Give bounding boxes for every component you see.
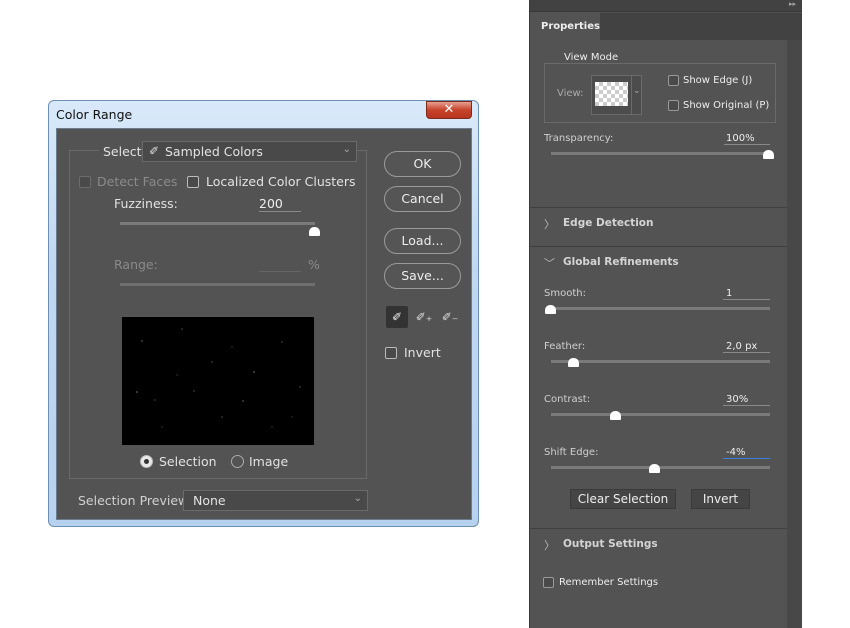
subtract-from-sample-tool[interactable]: ✐₋ [439,306,461,328]
color-range-dialog: Color Range ✕ Select: ✐ Sampled Colors ⌄… [48,100,479,527]
transparency-checkerboard-icon [595,82,628,106]
transparency-input[interactable]: 100% [724,133,770,145]
selection-preview-dropdown[interactable]: None ⌄ [183,490,368,511]
edge-detection-header[interactable]: Edge Detection [563,217,654,229]
save-button[interactable]: Save... [384,263,461,289]
shift-edge-label: Shift Edge: [544,447,599,458]
contrast-label: Contrast: [544,394,591,405]
add-to-sample-tool[interactable]: ✐₊ [413,306,435,328]
fuzziness-input[interactable]: 200 [259,196,301,212]
chevron-down-icon: ⌄ [342,144,351,155]
preview-thumbnail [122,317,314,445]
eyedropper-plus-icon: ✐₊ [415,310,433,324]
eyedropper-minus-icon: ✐₋ [441,310,459,324]
selection-radio-label: Selection [159,454,217,469]
properties-panel: ▸▸ Properties View Mode View: ⌄ Show Edg… [529,0,802,628]
remember-settings-checkbox[interactable] [543,577,554,588]
chevron-right-icon: 〉 [544,539,555,552]
image-radio[interactable] [231,455,244,468]
selection-preview-label: Selection Preview: [78,493,192,508]
clear-selection-button[interactable]: Clear Selection [570,489,676,509]
load-button[interactable]: Load... [384,228,461,254]
close-icon: ✕ [443,102,455,117]
range-slider[interactable] [120,283,315,286]
dialog-body: Select: ✐ Sampled Colors ⌄ Detect Faces … [56,128,472,520]
shift-edge-input[interactable]: -4% [723,447,770,459]
chevron-down-icon: ﹀ [544,257,555,270]
divider [530,207,787,208]
chevron-down-icon: ⌄ [633,86,641,96]
select-dropdown[interactable]: ✐ Sampled Colors ⌄ [142,141,357,162]
show-edge-label: Show Edge (J) [683,75,753,86]
image-radio-label: Image [249,454,289,469]
localized-clusters-label: Localized Color Clusters [206,174,356,189]
range-label: Range: [114,257,158,272]
detect-faces-label: Detect Faces [97,174,178,189]
transparency-slider-thumb[interactable] [763,150,774,159]
ok-button[interactable]: OK [384,151,461,177]
feather-slider[interactable] [551,360,770,363]
eyedropper-tool[interactable]: ✐ [386,306,408,328]
smooth-slider[interactable] [551,307,770,310]
selection-radio[interactable] [140,455,153,468]
smooth-input[interactable]: 1 [723,288,770,300]
invert-button[interactable]: Invert [691,489,750,509]
contrast-slider-thumb[interactable] [610,411,621,420]
close-button[interactable]: ✕ [426,101,472,119]
feather-slider-thumb[interactable] [568,358,579,367]
chevron-down-icon: ⌄ [353,493,362,504]
preview-speckles [136,328,301,428]
localized-clusters-checkbox[interactable] [187,176,199,188]
invert-label: Invert [404,345,441,360]
shift-edge-slider[interactable] [551,466,770,469]
contrast-input[interactable]: 30% [723,394,770,406]
range-input[interactable] [259,257,301,272]
cancel-button[interactable]: Cancel [384,186,461,212]
smooth-slider-thumb[interactable] [545,305,556,314]
fuzziness-slider-thumb[interactable] [309,227,320,236]
divider [530,246,787,247]
transparency-label: Transparency: [544,133,614,144]
panel-top-bar: ▸▸ [530,0,802,12]
range-unit: % [308,257,320,272]
eyedropper-icon: ✐ [391,310,403,324]
feather-label: Feather: [544,341,586,352]
remember-settings-label: Remember Settings [559,577,659,588]
contrast-slider[interactable] [551,413,770,416]
shift-edge-slider-thumb[interactable] [649,464,660,473]
view-mode-dropdown[interactable]: ⌄ [591,75,642,115]
collapse-panel-icon[interactable]: ▸▸ [789,0,796,8]
selection-preview-value: None [193,493,226,508]
eyedropper-icon: ✐ [149,144,160,158]
chevron-right-icon: 〉 [544,218,555,231]
view-label: View: [557,88,584,99]
smooth-label: Smooth: [544,288,586,299]
view-mode-title: View Mode [561,52,622,63]
show-original-label: Show Original (P) [683,100,770,111]
select-value: Sampled Colors [165,144,263,159]
tab-properties[interactable]: Properties [530,13,600,41]
dialog-title: Color Range [56,107,133,122]
transparency-slider[interactable] [551,152,770,155]
show-edge-checkbox[interactable] [668,75,679,86]
detect-faces-checkbox[interactable] [79,176,91,188]
fuzziness-slider[interactable] [120,222,315,225]
invert-checkbox[interactable] [385,347,397,359]
output-settings-header[interactable]: Output Settings [563,538,658,550]
feather-input[interactable]: 2,0 px [723,341,770,353]
panel-scrollbar[interactable] [787,40,802,628]
global-refinements-header[interactable]: Global Refinements [563,256,679,268]
fuzziness-label: Fuzziness: [114,196,178,211]
divider [530,528,787,529]
show-original-checkbox[interactable] [668,100,679,111]
